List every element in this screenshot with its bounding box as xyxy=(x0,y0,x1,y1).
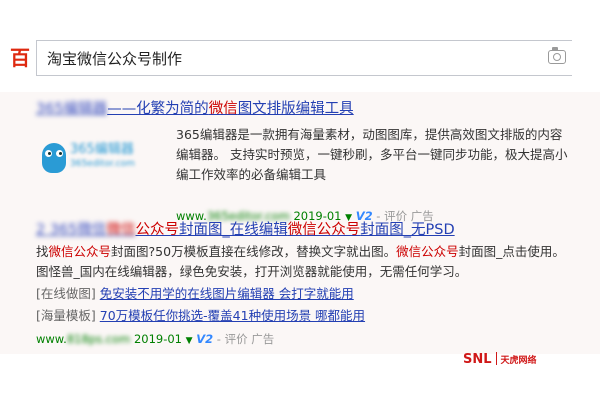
result-1-title[interactable]: 365编辑器——化繁为简的微信图文排版编辑工具 xyxy=(36,99,576,119)
search-input[interactable] xyxy=(47,41,527,75)
blurred-url: 818ps.com xyxy=(66,332,131,346)
thumbnail-subtitle: 365editor.com xyxy=(70,159,135,169)
sublink-label: [在线做图] xyxy=(36,286,96,301)
title-highlight: 微信 xyxy=(208,101,238,117)
title-highlight: 公众号 xyxy=(135,222,180,238)
owl-logo-icon xyxy=(42,143,66,173)
result-1-title-link[interactable]: 365编辑器——化繁为简的微信图文排版编辑工具 xyxy=(36,101,354,117)
v2-badge[interactable]: V2 xyxy=(196,332,213,346)
ad-label: 广告 xyxy=(251,332,275,346)
result-date: 2019-01 xyxy=(133,332,183,346)
result-2-title[interactable]: 2 365微信微信公众号封面图_在线编辑微信公众号封面图_无PSD xyxy=(36,220,576,240)
desc-text: 找 xyxy=(36,244,49,259)
sublink-row-2: [海量模板] 70万模板任你挑选-覆盖41种使用场景 哪都能用 xyxy=(36,306,576,326)
sublink-label: [海量模板] xyxy=(36,308,96,323)
title-text: 封面图_无PSD xyxy=(360,222,455,238)
desc-highlight: 微信公众号 xyxy=(396,244,459,259)
result-1-description: 365编辑器是一款拥有海量素材，动图图库，提供高效图文排版的内容编辑器。 支持实… xyxy=(176,127,568,182)
result-item-2: 2 365微信微信公众号封面图_在线编辑微信公众号封面图_无PSD 找微信公众号… xyxy=(36,220,576,350)
watermark-name: 天虎网络 xyxy=(500,356,537,366)
watermark-logo: SNL 天虎网络 xyxy=(463,351,537,370)
watermark-brand: SNL xyxy=(463,352,492,367)
sublink-online-design[interactable]: 免安装不用学的在线图片编辑器 会打字就能用 xyxy=(100,286,354,301)
result-item-1: 365编辑器——化繁为简的微信图文排版编辑工具 365编辑器 365editor… xyxy=(36,99,576,223)
separator: - xyxy=(213,332,225,346)
title-highlight: 微信公众号 xyxy=(287,222,361,238)
search-box[interactable] xyxy=(36,40,572,76)
evaluate-link[interactable]: 评价 xyxy=(225,332,248,346)
blurred-text: 365编辑器 xyxy=(36,101,108,117)
sublink-templates[interactable]: 70万模板任你挑选-覆盖41种使用场景 哪都能用 xyxy=(100,308,365,323)
title-text: 封面图_在线编辑 xyxy=(179,222,288,238)
watermark-divider xyxy=(495,352,497,365)
blurred-highlight: 微信 xyxy=(106,222,136,238)
blurred-text: 2 365微信 xyxy=(36,222,107,238)
desc-highlight: 微信公众号 xyxy=(48,244,112,259)
result-2-title-link[interactable]: 2 365微信微信公众号封面图_在线编辑微信公众号封面图_无PSD xyxy=(36,222,455,238)
title-text: ——化繁为简的 xyxy=(107,101,209,117)
baidu-logo[interactable]: 百度 xyxy=(0,44,30,72)
desc-text: 封面图?50万模板直接在线修改，替换文字就出图。 xyxy=(111,244,397,259)
thumbnail-title: 365编辑器 xyxy=(70,142,134,157)
camera-icon[interactable] xyxy=(548,47,566,64)
url-prefix: www. xyxy=(36,332,67,346)
title-text: 图文排版编辑工具 xyxy=(237,101,354,117)
sublink-row-1: [在线做图] 免安装不用学的在线图片编辑器 会打字就能用 xyxy=(36,284,576,304)
result-2-description: 找微信公众号封面图?50万模板直接在线修改，替换文字就出图。微信公众号封面图_点… xyxy=(36,242,576,282)
result-2-meta: www.818ps.com 2019-01 ▼ V2 - 评价 广告 xyxy=(36,330,576,350)
result-1-thumbnail[interactable]: 365编辑器 365editor.com xyxy=(36,139,159,179)
dropdown-arrow-icon[interactable]: ▼ xyxy=(186,336,193,346)
